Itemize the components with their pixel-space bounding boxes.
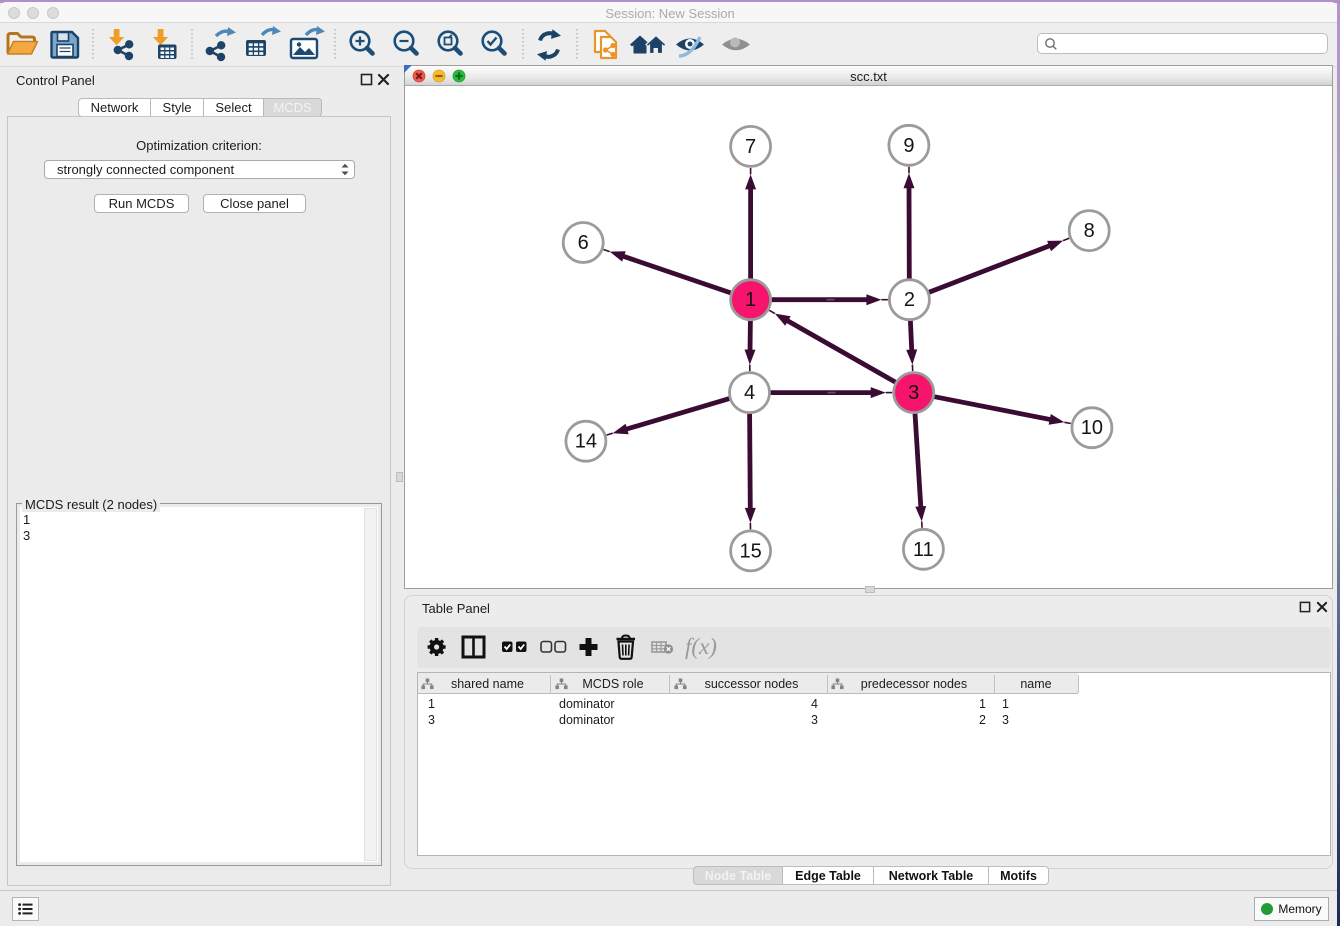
svg-text:7: 7 — [745, 136, 756, 158]
svg-text:3: 3 — [908, 382, 919, 404]
svg-text:15: 15 — [739, 540, 761, 562]
svg-text:4: 4 — [744, 382, 755, 404]
svg-text:10: 10 — [1081, 417, 1103, 439]
svg-text:11: 11 — [913, 539, 934, 561]
svg-text:1: 1 — [745, 289, 756, 311]
svg-text:9: 9 — [903, 135, 914, 157]
svg-text:8: 8 — [1084, 220, 1095, 242]
svg-text:f(x): f(x) — [685, 634, 717, 659]
svg-text:14: 14 — [575, 431, 597, 453]
svg-text:6: 6 — [578, 232, 589, 254]
svg-text:2: 2 — [904, 289, 915, 311]
